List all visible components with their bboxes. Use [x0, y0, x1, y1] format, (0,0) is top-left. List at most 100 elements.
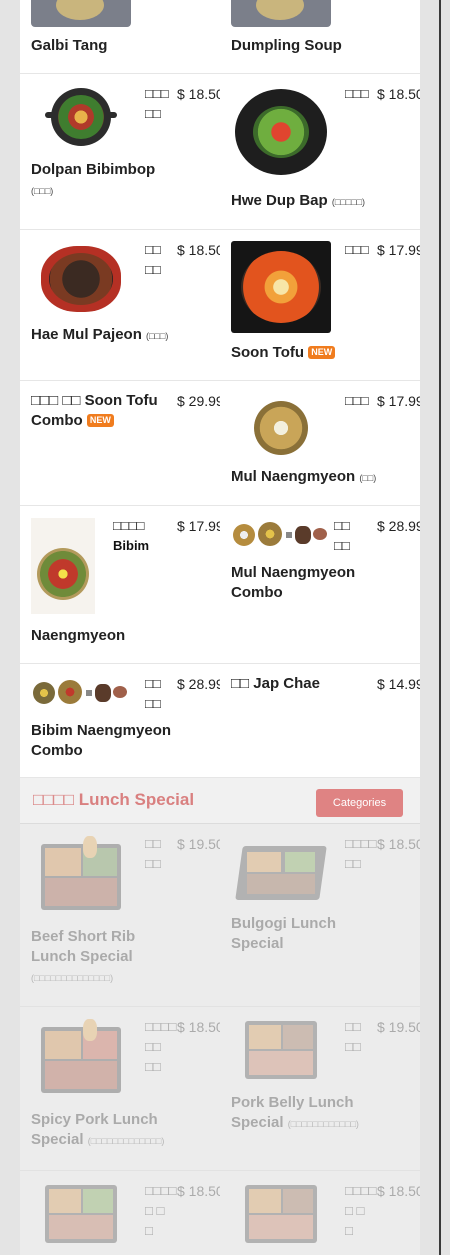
dish-photo — [231, 1019, 331, 1081]
dish-photo — [231, 84, 331, 180]
item-price: $ 28.99 — [177, 676, 220, 692]
item-korean-name: □□ □□ — [145, 676, 161, 711]
item-name: Pork Belly Lunch Special (□□□□□□□□□□□□) — [231, 1093, 381, 1134]
menu-row: □□ □□ $ 19.50 Beef Short Rib Lunch Speci… — [20, 824, 420, 1007]
dish-photo — [31, 836, 131, 916]
menu-row: □□□ □□ Soon Tofu Combo NEW $ 29.99 □□□ $… — [20, 381, 420, 506]
dish-photo — [231, 0, 331, 27]
dish-photo — [231, 1183, 331, 1245]
menu-item-beef-short-rib-lunch[interactable]: □□ □□ $ 19.50 Beef Short Rib Lunch Speci… — [20, 824, 220, 1007]
item-korean-subname: (□□□□□□□□□□□□) — [287, 1119, 359, 1129]
menu-item-bibim-naengmyeon[interactable]: □□□□ Bibim $ 17.99 Naengmyeon — [20, 506, 220, 664]
menu-item-pork-belly-lunch[interactable]: □□ □□ $ 19.50 Pork Belly Lunch Special (… — [220, 1007, 420, 1171]
item-name: Dumpling Soup — [231, 37, 342, 54]
dish-photo — [231, 397, 331, 459]
item-name: Hwe Dup Bap (□□□□□) — [231, 191, 411, 212]
dish-photo — [31, 84, 131, 150]
item-price: $ 14.99 — [377, 676, 420, 692]
item-english-name: Mul Naengmyeon — [231, 468, 356, 485]
item-name: Naengmyeon — [31, 627, 126, 644]
item-english-name: Soon Tofu — [231, 344, 305, 361]
item-english-name: Beef Short Rib Lunch Special — [31, 928, 136, 965]
menu-row: □□□ □□ $ 18.50 Dolpan Bibimbop (□□□) □□□… — [20, 74, 420, 230]
item-korean-name: □□□□ □ □ □ — [145, 1183, 177, 1238]
item-price: $ 19.50 — [177, 836, 220, 852]
item-korean-subname: (□□□□□□□□□□□□□□) — [31, 973, 114, 983]
item-korean-name: □□□□ □ □ □ — [345, 1183, 377, 1238]
menu-item-bibim-naengmyeon-combo[interactable]: □□ □□ $ 28.99 Bibim Naengmyeon Combo — [20, 664, 220, 778]
item-price: $ 28.99 — [377, 518, 420, 534]
item-name: Bulgogi Lunch Special — [231, 915, 336, 952]
item-price: $ 17.99 — [377, 242, 420, 258]
menu-item-jap-chae[interactable]: □□ Jap Chae $ 14.99 — [220, 664, 420, 778]
menu-item-hae-mul-pajeon[interactable]: □□ □□ $ 18.50 Hae Mul Pajeon (□□□) — [20, 230, 220, 381]
menu-row: Galbi Tang Dumpling Soup — [20, 0, 420, 74]
menu-row: □□ □□ $ 28.99 Bibim Naengmyeon Combo □□ … — [20, 664, 420, 778]
menu-row: □□□□ Bibim $ 17.99 Naengmyeon □□ □□ $ 28… — [20, 506, 420, 664]
menu-item-galbi-tang[interactable]: Galbi Tang — [20, 0, 220, 74]
menu-row: □□□□ □□ □□ $ 18.50 Spicy Pork Lunch Spec… — [20, 1007, 420, 1171]
item-korean-name: □□ □□ — [334, 518, 350, 553]
section-header: □□□□ Lunch Special Categories — [20, 778, 420, 824]
item-korean-name: □□□□ □□ — [345, 836, 377, 871]
item-price: $ 19.50 — [377, 1019, 420, 1035]
menu-item-hwe-dup-bap[interactable]: □□□ $ 18.50 Hwe Dup Bap (□□□□□) — [220, 74, 420, 230]
item-price: $ 18.50 — [177, 1019, 220, 1035]
categories-button[interactable]: Categories — [316, 789, 403, 817]
item-name: Bibim Naengmyeon Combo — [31, 722, 172, 759]
menu-row: □□□□ □ □ □ $ 18.50 □□□□ □ □ □ $ 18.50 — [20, 1171, 420, 1255]
item-english-name: Hwe Dup Bap — [231, 192, 328, 209]
new-badge: NEW — [86, 414, 114, 427]
item-english-name: Dolpan Bibimbop — [31, 161, 156, 178]
item-name: Mul Naengmyeon (□□) — [231, 467, 411, 488]
dish-photo — [31, 0, 131, 27]
menu-item-dolpan-bibimbop[interactable]: □□□ □□ $ 18.50 Dolpan Bibimbop (□□□) — [20, 74, 220, 230]
menu-page: Galbi Tang Dumpling Soup □□□ □□ $ 18.50 … — [20, 0, 420, 1255]
item-korean-name: □□ □□ — [145, 242, 161, 277]
item-price: $ 18.50 — [177, 242, 220, 258]
dish-photo — [31, 1019, 131, 1099]
menu-item-lunch-special[interactable]: □□□□ □ □ □ $ 18.50 — [20, 1171, 220, 1255]
menu-item-bulgogi-lunch[interactable]: □□□□ □□ $ 18.50 Bulgogi Lunch Special — [220, 824, 420, 1007]
item-price: $ 17.99 — [377, 393, 420, 409]
item-korean-subname: (□□□) — [146, 331, 169, 341]
item-english-name: Hae Mul Pajeon — [31, 326, 142, 343]
item-korean-name: □□□ — [345, 86, 369, 101]
item-price: $ 18.50 — [377, 1183, 420, 1199]
dish-photo — [31, 241, 131, 317]
item-korean-name: □□□ — [345, 393, 369, 408]
item-name: □□ Jap Chae — [231, 675, 320, 692]
item-korean-subname: (□□□□□□□□□□□□□) — [87, 1136, 165, 1146]
item-korean-name: □□ □□ — [145, 836, 161, 871]
menu-row: □□ □□ $ 18.50 Hae Mul Pajeon (□□□) □□□ $… — [20, 230, 420, 381]
item-name: Hae Mul Pajeon (□□□) — [31, 325, 211, 346]
item-korean-subname: (□□□) — [31, 186, 54, 196]
item-korean-name: □□□ □□ — [145, 86, 169, 121]
menu-item-dumpling-soup[interactable]: Dumpling Soup — [220, 0, 420, 74]
menu-item-lunch-special[interactable]: □□□□ □ □ □ $ 18.50 — [220, 1171, 420, 1255]
item-name: Spicy Pork Lunch Special (□□□□□□□□□□□□□) — [31, 1110, 181, 1151]
dish-photo — [31, 676, 131, 710]
dish-photo — [31, 518, 95, 614]
menu-item-mul-naengmyeon[interactable]: □□□ $ 17.99 Mul Naengmyeon (□□) — [220, 381, 420, 506]
item-korean-name: □□□□ □□ □□ — [145, 1019, 177, 1074]
item-korean-name: □□□ — [345, 242, 369, 257]
lunch-special-section: □□□□ Lunch Special Categories □□ □□ $ 19… — [20, 778, 420, 1255]
menu-item-soon-tofu[interactable]: □□□ $ 17.99 Soon Tofu NEW — [220, 230, 420, 381]
item-korean-subname: (□□□□□) — [331, 197, 366, 207]
item-price: $ 29.99 — [177, 393, 220, 409]
item-korean-subname: (□□) — [359, 473, 377, 483]
item-name: Beef Short Rib Lunch Special (□□□□□□□□□□… — [31, 927, 181, 988]
menu-item-mul-naengmyeon-combo[interactable]: □□ □□ $ 28.99 Mul Naengmyeon Combo — [220, 506, 420, 664]
scrollbar[interactable] — [439, 0, 441, 1255]
new-badge: NEW — [308, 346, 336, 359]
section-title: □□□□ Lunch Special — [33, 790, 195, 809]
dish-photo — [231, 241, 331, 333]
item-korean-name: □□□□ Bibim — [113, 518, 150, 553]
menu-item-spicy-pork-lunch[interactable]: □□□□ □□ □□ $ 18.50 Spicy Pork Lunch Spec… — [20, 1007, 220, 1171]
item-name: Mul Naengmyeon Combo — [231, 564, 356, 601]
item-name: □□□ □□ Soon Tofu Combo NEW — [31, 391, 171, 431]
item-price: $ 18.50 — [177, 86, 220, 102]
menu-item-soon-tofu-combo[interactable]: □□□ □□ Soon Tofu Combo NEW $ 29.99 — [20, 381, 220, 506]
item-name: Soon Tofu NEW — [231, 343, 411, 363]
